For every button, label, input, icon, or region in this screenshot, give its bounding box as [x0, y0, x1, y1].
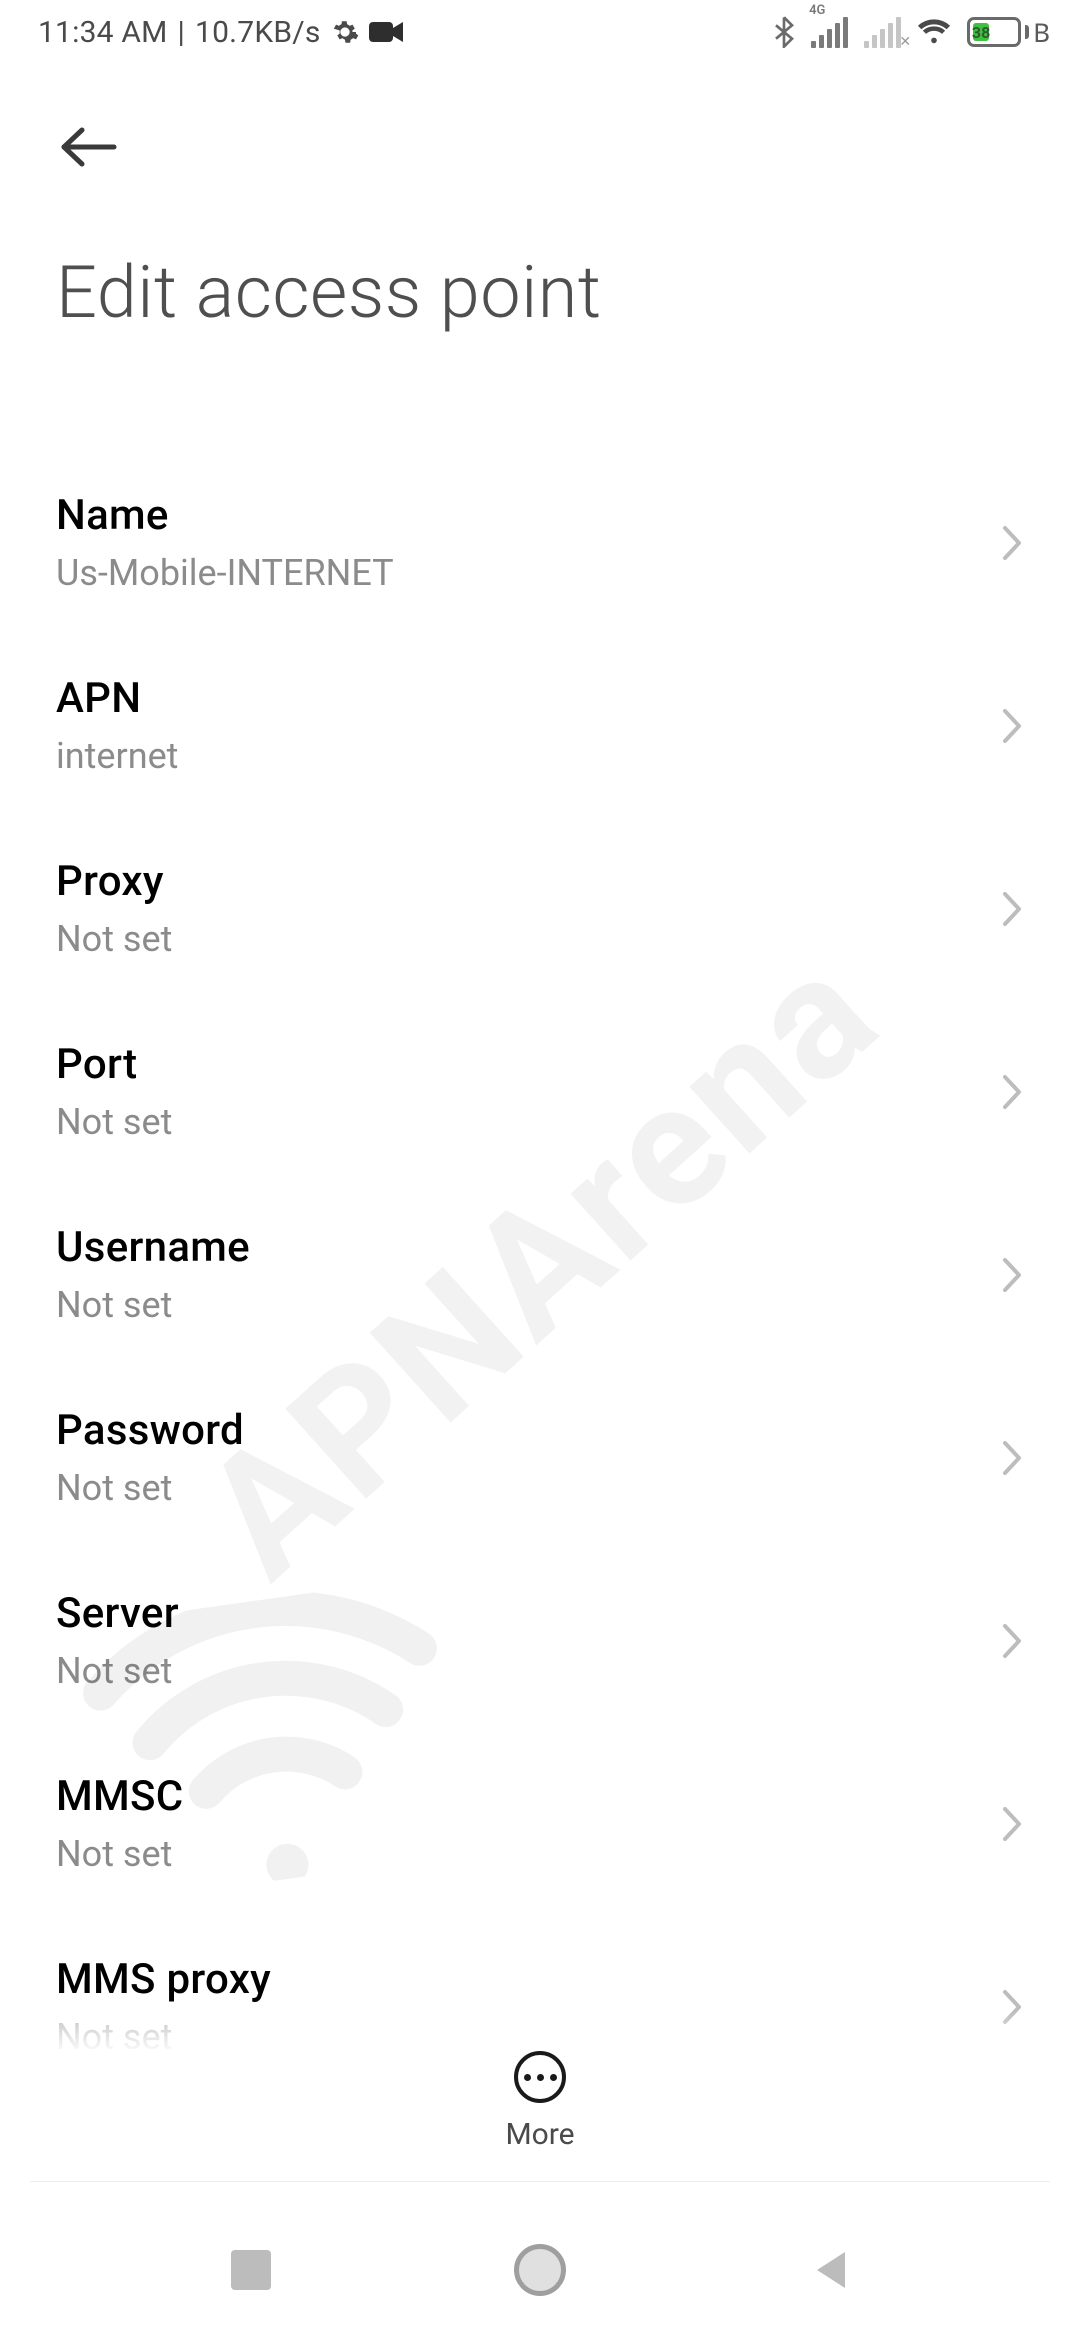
status-separator: | — [178, 15, 186, 50]
row-value: Not set — [56, 1467, 244, 1509]
system-nav-bar — [0, 2200, 1080, 2340]
wifi-icon — [917, 18, 951, 46]
divider — [30, 2181, 1050, 2182]
row-value: Not set — [56, 918, 172, 960]
battery-percent: 38 — [972, 23, 990, 42]
row-title: APN — [56, 674, 178, 723]
row-title: Port — [56, 1040, 172, 1089]
row-apn[interactable]: APN internet — [56, 638, 1024, 821]
nav-home-button[interactable] — [514, 2244, 566, 2296]
charging-icon: 𐊡 — [1033, 14, 1050, 50]
nav-back-button[interactable] — [809, 2248, 849, 2292]
row-value: Us-Mobile-INTERNET — [56, 552, 394, 594]
signal-sim1-icon: 4G — [811, 17, 848, 48]
row-title: Server — [56, 1589, 179, 1638]
chevron-right-icon — [1000, 1256, 1024, 1294]
chevron-right-icon — [1000, 890, 1024, 928]
gear-icon — [331, 18, 359, 46]
page-title: Edit access point — [0, 170, 1080, 335]
chevron-right-icon — [1000, 1988, 1024, 2026]
battery-indicator: 38 𐊡 — [967, 14, 1050, 50]
row-title: Password — [56, 1406, 244, 1455]
status-bar: 11:34 AM | 10.7KB/s 4G ✕ 38 𐊡 — [0, 0, 1080, 64]
row-title: MMS proxy — [56, 1955, 271, 2004]
more-dots-icon — [524, 2074, 557, 2081]
network-4g-label: 4G — [809, 3, 825, 18]
row-name[interactable]: Name Us-Mobile-INTERNET — [56, 455, 1024, 638]
more-button[interactable] — [514, 2051, 566, 2103]
row-value: Not set — [56, 1284, 250, 1326]
row-title: Name — [56, 491, 394, 540]
row-mmsc[interactable]: MMSC Not set — [56, 1736, 1024, 1919]
row-value: Not set — [56, 1833, 184, 1875]
settings-list: Name Us-Mobile-INTERNET APN internet Pro… — [0, 335, 1080, 2102]
bluetooth-icon — [773, 16, 795, 48]
chevron-right-icon — [1000, 1439, 1024, 1477]
chevron-right-icon — [1000, 524, 1024, 562]
row-port[interactable]: Port Not set — [56, 1004, 1024, 1187]
row-value: internet — [56, 735, 178, 777]
back-button[interactable] — [56, 124, 1080, 170]
status-time: 11:34 AM — [38, 15, 168, 50]
row-username[interactable]: Username Not set — [56, 1187, 1024, 1370]
status-network-speed: 10.7KB/s — [195, 15, 320, 50]
camera-icon — [369, 20, 403, 44]
row-password[interactable]: Password Not set — [56, 1370, 1024, 1553]
more-label: More — [505, 2117, 574, 2152]
row-value: Not set — [56, 1101, 172, 1143]
chevron-right-icon — [1000, 1073, 1024, 1111]
chevron-right-icon — [1000, 1622, 1024, 1660]
row-title: Username — [56, 1223, 250, 1272]
row-title: MMSC — [56, 1772, 184, 1821]
chevron-right-icon — [1000, 707, 1024, 745]
chevron-right-icon — [1000, 1805, 1024, 1843]
row-title: Proxy — [56, 857, 172, 906]
row-server[interactable]: Server Not set — [56, 1553, 1024, 1736]
row-proxy[interactable]: Proxy Not set — [56, 821, 1024, 1004]
row-value: Not set — [56, 1650, 179, 1692]
nav-recent-button[interactable] — [231, 2250, 271, 2290]
signal-sim2-icon: ✕ — [864, 17, 901, 48]
